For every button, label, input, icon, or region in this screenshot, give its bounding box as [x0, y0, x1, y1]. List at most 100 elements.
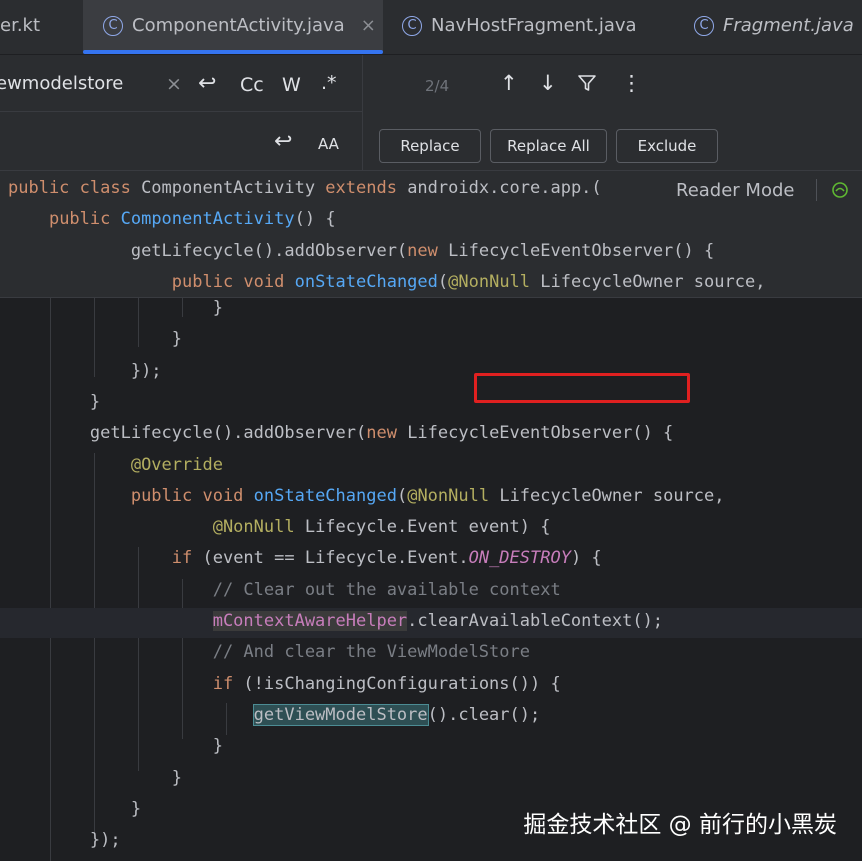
- newline-icon[interactable]: ↩: [198, 71, 216, 96]
- match-count: 2/4: [425, 77, 450, 95]
- code-token: LifecycleOwner source,: [499, 485, 725, 506]
- code-token: (: [437, 271, 449, 292]
- code-token: public: [48, 209, 121, 230]
- code-line[interactable]: getLifecycle().addObserver(new Lifecycle…: [8, 419, 673, 447]
- code-token: getLifecycle().addObserver(: [89, 423, 367, 444]
- code-token: // Clear out the available context: [212, 579, 561, 600]
- code-line[interactable]: }: [8, 294, 223, 322]
- code-line[interactable]: });: [8, 357, 162, 385]
- code-token: .clearAvailableContext();: [407, 611, 664, 631]
- code-token: }: [212, 298, 223, 318]
- code-token: () {: [294, 209, 336, 230]
- code-line[interactable]: public void onStateChanged(@NonNull Life…: [8, 482, 725, 510]
- code-token: ().clear();: [427, 704, 541, 725]
- code-line[interactable]: }: [8, 388, 100, 416]
- divider: [816, 179, 818, 201]
- words-toggle[interactable]: W: [282, 74, 301, 96]
- code-line[interactable]: }: [8, 795, 141, 823]
- java-class-icon: C: [103, 15, 123, 36]
- code-line[interactable]: @NonNull Lifecycle.Event event) {: [8, 513, 551, 541]
- code-token: getViewModelStore: [252, 703, 429, 726]
- code-line[interactable]: getViewModelStore().clear();: [8, 701, 540, 729]
- annotation-highlight-box: [474, 373, 690, 403]
- replace-all-button[interactable]: Replace All: [490, 129, 607, 163]
- java-class-icon: C: [694, 15, 714, 36]
- code-line[interactable]: });: [8, 826, 121, 854]
- close-icon[interactable]: ×: [361, 15, 376, 36]
- code-token: }: [212, 736, 223, 757]
- more-options-icon[interactable]: ⋮: [621, 71, 642, 95]
- reader-mode-button[interactable]: Reader Mode: [676, 180, 794, 201]
- code-line[interactable]: // And clear the ViewModelStore: [8, 638, 530, 666]
- search-input[interactable]: ewmodelstore: [0, 73, 123, 94]
- tab-fragment[interactable]: C Fragment.java: [694, 0, 854, 51]
- code-line[interactable]: if (event == Lifecycle.Event.ON_DESTROY)…: [8, 544, 602, 572]
- code-token: onStateChanged: [253, 485, 397, 506]
- filter-icon[interactable]: [577, 73, 599, 95]
- code-line[interactable]: // Clear out the available context: [8, 576, 561, 604]
- code-token: public void: [130, 485, 254, 506]
- tab-label: NavHostFragment.java: [431, 15, 637, 36]
- code-line[interactable]: }: [8, 732, 223, 760]
- tab-er-kt[interactable]: er.kt: [0, 0, 80, 51]
- tab-label: er.kt: [0, 15, 41, 36]
- match-case-toggle[interactable]: Cc: [240, 74, 264, 96]
- code-line[interactable]: getLifecycle().addObserver(new Lifecycle…: [8, 237, 714, 265]
- code-token: mContextAwareHelper: [212, 611, 408, 631]
- code-token: getLifecycle().addObserver(: [130, 240, 408, 261]
- panel-divider: [362, 55, 363, 170]
- exclude-button[interactable]: Exclude: [616, 129, 718, 163]
- panel-divider: [0, 111, 362, 112]
- code-token: (: [396, 485, 408, 506]
- previous-occurrence-icon[interactable]: ↑: [500, 71, 518, 95]
- code-editor[interactable]: public class ComponentActivity extends a…: [0, 171, 862, 861]
- code-line[interactable]: }: [8, 325, 182, 353]
- next-occurrence-icon[interactable]: ↓: [539, 71, 557, 95]
- code-token: (event == Lifecycle.Event.: [202, 548, 469, 569]
- code-line[interactable]: public void onStateChanged(@NonNull Life…: [8, 268, 766, 296]
- code-token: if: [171, 548, 203, 569]
- code-line[interactable]: }: [8, 764, 182, 792]
- preserve-case-toggle[interactable]: AA: [318, 135, 339, 153]
- regex-toggle[interactable]: .*: [321, 72, 337, 94]
- replace-newline-icon[interactable]: ↩: [274, 129, 292, 154]
- code-token: LifecycleEventObserver() {: [448, 240, 715, 261]
- replace-button[interactable]: Replace: [379, 129, 481, 163]
- code-token: @NonNull: [407, 485, 500, 506]
- tab-label: Fragment.java: [723, 15, 854, 36]
- clear-search-icon[interactable]: ×: [166, 73, 182, 95]
- code-line[interactable]: public class ComponentActivity extends a…: [8, 174, 602, 202]
- code-line[interactable]: if (!isChangingConfigurations()) {: [8, 670, 561, 698]
- code-token: LifecycleEventObserver() {: [407, 423, 674, 444]
- java-class-icon: C: [402, 15, 422, 36]
- code-token: ComponentActivity: [120, 209, 295, 230]
- code-token: ComponentActivity: [141, 178, 326, 198]
- code-line[interactable]: public ComponentActivity() {: [8, 205, 336, 233]
- tab-component-activity[interactable]: C ComponentActivity.java ×: [83, 0, 383, 54]
- code-token: if: [212, 673, 244, 694]
- code-token: extends: [325, 178, 408, 198]
- code-token: ON_DESTROY: [468, 548, 571, 569]
- code-token: androidx.core.app.(: [407, 178, 602, 198]
- code-line[interactable]: mContextAwareHelper.clearAvailableContex…: [8, 607, 663, 635]
- code-token: new: [366, 423, 408, 444]
- code-token: public class: [8, 178, 142, 198]
- tab-navhostfragment[interactable]: C NavHostFragment.java: [402, 0, 637, 51]
- code-line[interactable]: @Override: [8, 451, 223, 479]
- code-token: });: [130, 360, 162, 381]
- editor-tab-bar: er.kt C ComponentActivity.java × C NavHo…: [0, 0, 862, 55]
- inspection-status-icon[interactable]: [831, 181, 849, 199]
